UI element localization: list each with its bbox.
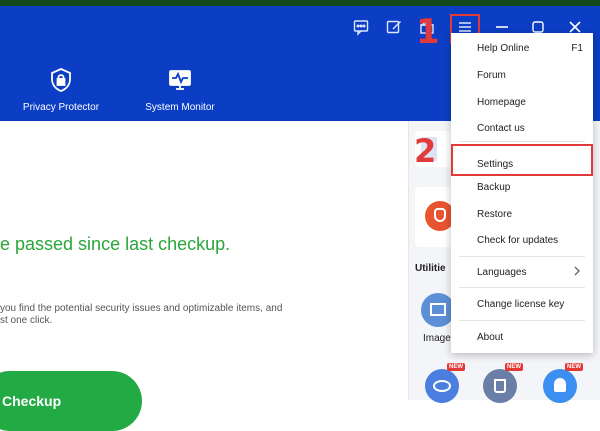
utilities-heading: Utilitie: [415, 263, 446, 274]
menu-item-label: Contact us: [477, 123, 525, 134]
menu-item-label: Forum: [477, 70, 506, 81]
menu-item-label: Restore: [477, 209, 513, 220]
menu-item-homepage[interactable]: Homepage: [451, 90, 593, 114]
side-card[interactable]: [415, 187, 455, 247]
menu-item-label: Backup: [477, 182, 511, 193]
menu-item-about[interactable]: About: [451, 325, 593, 349]
menu-item-contact-us[interactable]: Contact us: [451, 116, 593, 140]
menu-item-forum[interactable]: Forum: [451, 63, 593, 87]
menu-item-help-online[interactable]: Help Online F1: [451, 36, 593, 60]
nav-privacy-protector[interactable]: Privacy Protector: [18, 66, 104, 113]
menu-item-label: Languages: [477, 267, 527, 278]
menu-item-label: Change license key: [477, 299, 565, 310]
privacy-eye-icon[interactable]: [425, 369, 459, 403]
menu-item-check-for-updates[interactable]: Check for updates: [451, 228, 593, 252]
nav-label: System Monitor: [145, 102, 215, 113]
menu-item-backup[interactable]: Backup: [451, 175, 593, 199]
checkup-description: you find the potential security issues a…: [0, 303, 300, 327]
menu-separator: [459, 256, 585, 257]
shield-lock-icon: [47, 66, 75, 94]
menu-item-restore[interactable]: Restore: [451, 202, 593, 226]
description-line: st one click.: [0, 315, 53, 326]
menu-item-languages[interactable]: Languages: [451, 260, 593, 284]
menu-item-label: About: [477, 332, 504, 343]
chevron-right-icon: [573, 266, 581, 276]
image-tool-icon[interactable]: [421, 293, 455, 327]
menu-separator: [459, 141, 585, 142]
menu-item-label: Settings: [477, 159, 514, 170]
new-badge: NEW: [565, 363, 583, 371]
main-menu-dropdown: Help Online F1 Forum Homepage Contact us…: [451, 33, 593, 353]
menu-shortcut: F1: [571, 43, 583, 54]
menu-separator: [459, 287, 585, 288]
menu-item-label: Help Online: [477, 43, 530, 54]
menu-item-label: Check for updates: [477, 235, 559, 246]
menu-item-label: Homepage: [477, 97, 526, 108]
checkup-status-text: e passed since last checkup.: [0, 234, 231, 254]
trash-icon[interactable]: [483, 369, 517, 403]
step-1-marker: 1: [416, 12, 440, 52]
menu-item-change-license-key[interactable]: Change license key: [451, 292, 593, 316]
main-panel: e passed since last checkup. you find th…: [0, 121, 408, 431]
description-line: you find the potential security issues a…: [0, 303, 283, 314]
nav-label: Privacy Protector: [22, 102, 100, 113]
nav-system-monitor[interactable]: System Monitor: [140, 66, 220, 113]
monitor-pulse-icon: [166, 66, 194, 94]
chat-icon[interactable]: [352, 18, 370, 36]
checkup-button[interactable]: Checkup: [0, 371, 142, 431]
menu-separator: [459, 320, 585, 321]
menu-item-settings[interactable]: Settings: [451, 144, 593, 176]
edit-icon[interactable]: [385, 18, 403, 36]
new-badge: NEW: [447, 363, 465, 371]
bell-icon[interactable]: [543, 369, 577, 403]
image-tool-label: Image: [423, 333, 451, 344]
new-badge: NEW: [505, 363, 523, 371]
step-2-marker: 2: [414, 132, 437, 170]
